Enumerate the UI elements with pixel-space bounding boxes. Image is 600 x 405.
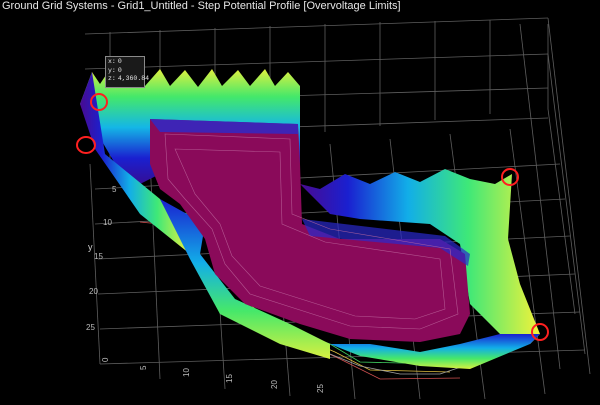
highlight-circle-2	[76, 136, 96, 154]
hover-tooltip: x: 0 y: 0 z: 4,360.84	[105, 56, 149, 88]
x-tick: 10	[182, 368, 191, 377]
y-tick: 20	[89, 287, 98, 296]
x-tick: 0	[101, 357, 110, 362]
step-potential-surface-plot[interactable]: y 5 10 15 20 25 0 5 10 15 20 25	[0, 14, 600, 400]
x-tick: 20	[270, 380, 279, 389]
x-axis: 0 5 10 15 20 25	[101, 357, 325, 393]
x-tick: 15	[225, 374, 234, 383]
y-tick: 25	[86, 323, 95, 332]
y-tick: 10	[103, 218, 112, 227]
tooltip-z-label: z:	[108, 75, 116, 82]
y-axis-label: y	[88, 242, 93, 252]
3d-plot-viewport[interactable]: y 5 10 15 20 25 0 5 10 15 20 25 x: 0 y: 0 …	[0, 14, 600, 400]
x-tick: 5	[139, 365, 148, 370]
potential-surface[interactable]	[80, 66, 540, 369]
tooltip-y-value: 0	[117, 66, 122, 74]
tooltip-x-value: 0	[117, 58, 122, 65]
tooltip-y-label: y:	[108, 66, 116, 74]
window-title: Ground Grid Systems - Grid1_Untitled - S…	[2, 0, 401, 12]
x-tick: 25	[316, 384, 325, 393]
y-tick: 5	[112, 185, 117, 194]
tooltip-z-value: 4,360.84	[117, 75, 150, 82]
y-tick: 15	[94, 252, 103, 261]
tooltip-x-label: x:	[108, 58, 116, 65]
